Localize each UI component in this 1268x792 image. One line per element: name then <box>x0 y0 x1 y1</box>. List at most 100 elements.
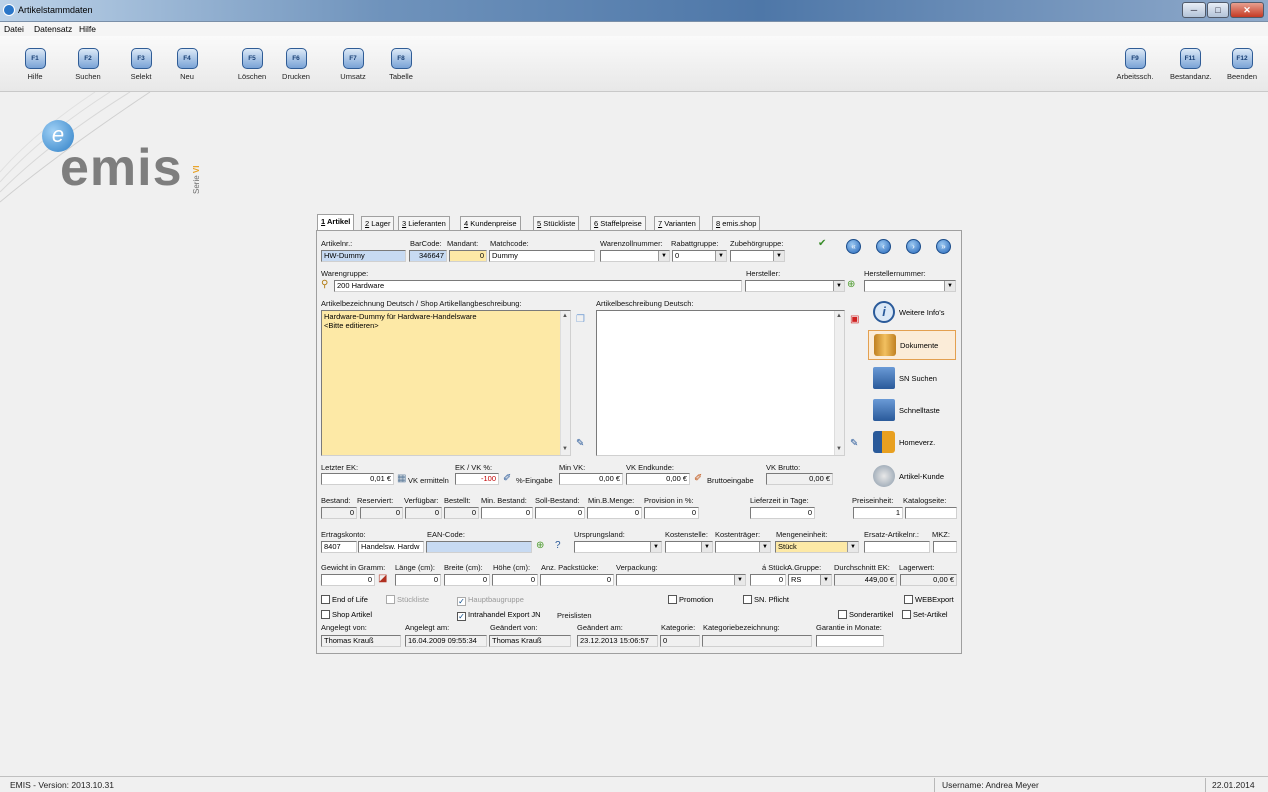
f6-drucken-button[interactable]: F6 Drucken <box>276 46 316 86</box>
webexport-checkbox[interactable]: WEBExport <box>904 595 954 604</box>
schnelltaste-button[interactable]: Schnelltaste <box>868 396 956 426</box>
artikelnr-field[interactable]: HW-Dummy <box>321 250 406 262</box>
garantie-field[interactable] <box>816 635 884 647</box>
add-manufacturer-icon[interactable]: ⊕ <box>847 279 855 290</box>
translate-icon[interactable]: ✎ <box>850 438 858 449</box>
rabatt-select[interactable]: 0 <box>672 250 727 262</box>
translate-icon[interactable]: ✎ <box>576 438 584 449</box>
menu-datei[interactable]: Datei <box>4 24 24 34</box>
sn-suchen-button[interactable]: SN Suchen <box>868 364 956 394</box>
close-button[interactable]: ✕ <box>1230 2 1264 18</box>
dokumente-button[interactable]: Dokumente <box>868 330 956 360</box>
bezeichnung-textarea[interactable]: Hardware-Dummy für Hardware-Handelsware … <box>321 310 571 456</box>
help-icon[interactable]: ? <box>555 540 561 551</box>
f1-hilfe-button[interactable]: F1 Hilfe <box>15 46 55 86</box>
ertragskonto-name-field[interactable]: Handelsw. Hardw <box>358 541 424 553</box>
weight-icon[interactable]: ◪ <box>378 573 387 584</box>
set-artikel-checkbox[interactable]: Set-Artikel <box>902 610 948 619</box>
mengeneinheit-select[interactable]: Stück <box>775 541 859 553</box>
bestellt-field[interactable]: 0 <box>444 507 479 519</box>
f7-umsatz-button[interactable]: F7 Umsatz <box>333 46 373 86</box>
tab-kundenpreise[interactable]: 4 Kundenpreise <box>460 216 521 230</box>
hoehe-field[interactable]: 0 <box>492 574 538 586</box>
ersatz-field[interactable] <box>864 541 930 553</box>
breite-field[interactable]: 0 <box>444 574 490 586</box>
durchschnitt-field[interactable]: 449,00 € <box>834 574 897 586</box>
bruttoeingabe-label[interactable]: Bruttoeingabe <box>707 476 754 485</box>
next-record-icon[interactable]: › <box>906 239 921 254</box>
a-stueck-field[interactable]: 0 <box>750 574 786 586</box>
scrollbar[interactable] <box>560 311 570 455</box>
vk-ermitteln-label[interactable]: VK ermitteln <box>408 476 449 485</box>
reserviert-field[interactable]: 0 <box>360 507 403 519</box>
ekvk-field[interactable]: -100 <box>455 473 499 485</box>
scrollbar[interactable] <box>834 311 844 455</box>
min-bestand-field[interactable]: 0 <box>481 507 533 519</box>
f4-neu-button[interactable]: F4 Neu <box>167 46 207 86</box>
calculator-icon[interactable]: ▦ <box>397 473 406 484</box>
min-vk-field[interactable]: 0,00 € <box>559 473 623 485</box>
laenge-field[interactable]: 0 <box>395 574 441 586</box>
menu-datensatz[interactable]: Datensatz <box>34 24 72 34</box>
kostenstelle-select[interactable] <box>665 541 713 553</box>
hauptbaugruppe-checkbox[interactable]: ✓ Hauptbaugruppe <box>457 595 524 606</box>
intrahandel-checkbox[interactable]: ✓ Intrahandel Export JN <box>457 610 541 621</box>
lagerwert-field[interactable]: 0,00 € <box>900 574 957 586</box>
barcode-field[interactable]: 346647 <box>409 250 447 262</box>
copy-icon[interactable]: ❐ <box>576 314 585 325</box>
f5-loeschen-button[interactable]: F5 Löschen <box>232 46 272 86</box>
warenzoll-select[interactable] <box>600 250 670 262</box>
menu-hilfe[interactable]: Hilfe <box>79 24 96 34</box>
bestand-field[interactable]: 0 <box>321 507 357 519</box>
save-check-icon[interactable]: ✔ <box>818 238 826 249</box>
ursprung-select[interactable] <box>574 541 662 553</box>
sn-pflicht-checkbox[interactable]: SN. Pflicht <box>743 595 789 604</box>
f2-suchen-button[interactable]: F2 Suchen <box>68 46 108 86</box>
tab-staffelpreise[interactable]: 6 Staffelpreise <box>590 216 646 230</box>
ean-field[interactable] <box>426 541 532 553</box>
provision-field[interactable]: 0 <box>644 507 699 519</box>
preiseinheit-field[interactable]: 1 <box>853 507 903 519</box>
katalogseite-field[interactable] <box>905 507 957 519</box>
tab-lieferanten[interactable]: 3 Lieferanten <box>398 216 450 230</box>
brutto-edit-icon[interactable]: ✐ <box>694 473 702 484</box>
packstuecke-field[interactable]: 0 <box>540 574 614 586</box>
herstellernr-select[interactable] <box>864 280 956 292</box>
verfuegbar-field[interactable]: 0 <box>405 507 442 519</box>
preislisten-link[interactable]: Preislisten <box>557 611 592 620</box>
artikel-kunde-button[interactable]: Artikel-Kunde <box>868 462 956 492</box>
tab-lager[interactable]: 2 Lager <box>361 216 395 230</box>
tab-artikel[interactable]: 1 Artikel <box>317 214 355 231</box>
min-b-menge-field[interactable]: 0 <box>587 507 642 519</box>
f9-arbeitssch-button[interactable]: F9 Arbeitssch. <box>1115 46 1155 86</box>
shop-artikel-checkbox[interactable]: Shop Artikel <box>321 610 372 619</box>
maximize-button[interactable]: □ <box>1207 2 1229 18</box>
minimize-button[interactable]: ─ <box>1182 2 1206 18</box>
soll-bestand-field[interactable]: 0 <box>535 507 585 519</box>
tab-emis-shop[interactable]: 8 emis.shop <box>712 216 761 230</box>
sonderartikel-checkbox[interactable]: Sonderartikel <box>838 610 893 619</box>
previous-record-icon[interactable]: ‹ <box>876 239 891 254</box>
pct-eingabe-label[interactable]: %-Eingabe <box>516 476 553 485</box>
tab-stueckliste[interactable]: 5 Stückliste <box>533 216 580 230</box>
vk-endkunde-field[interactable]: 0,00 € <box>626 473 690 485</box>
a-gruppe-select[interactable]: RS <box>788 574 832 586</box>
gewicht-field[interactable]: 0 <box>321 574 375 586</box>
lieferzeit-field[interactable]: 0 <box>750 507 815 519</box>
f11-bestandanz-button[interactable]: F11 Bestandanz. <box>1170 46 1212 86</box>
generate-ean-icon[interactable]: ⊕ <box>536 540 544 551</box>
end-of-life-checkbox[interactable]: End of Life <box>321 595 368 604</box>
warengruppe-field[interactable]: 200 Hardware <box>334 280 742 292</box>
matchcode-field[interactable]: Dummy <box>489 250 595 262</box>
letzter-ek-field[interactable]: 0,01 € <box>321 473 394 485</box>
first-record-icon[interactable]: « <box>846 239 861 254</box>
tab-varianten[interactable]: 7 Varianten <box>654 216 700 230</box>
delete-icon[interactable]: ▣ <box>850 314 859 325</box>
mandant-field[interactable]: 0 <box>449 250 487 262</box>
percent-edit-icon[interactable]: ✐ <box>503 473 511 484</box>
f12-beenden-button[interactable]: F12 Beenden <box>1222 46 1262 86</box>
f8-tabelle-button[interactable]: F8 Tabelle <box>381 46 421 86</box>
vk-brutto-field[interactable]: 0,00 € <box>766 473 833 485</box>
hersteller-select[interactable] <box>745 280 845 292</box>
search-icon[interactable]: ⚲ <box>321 279 328 290</box>
